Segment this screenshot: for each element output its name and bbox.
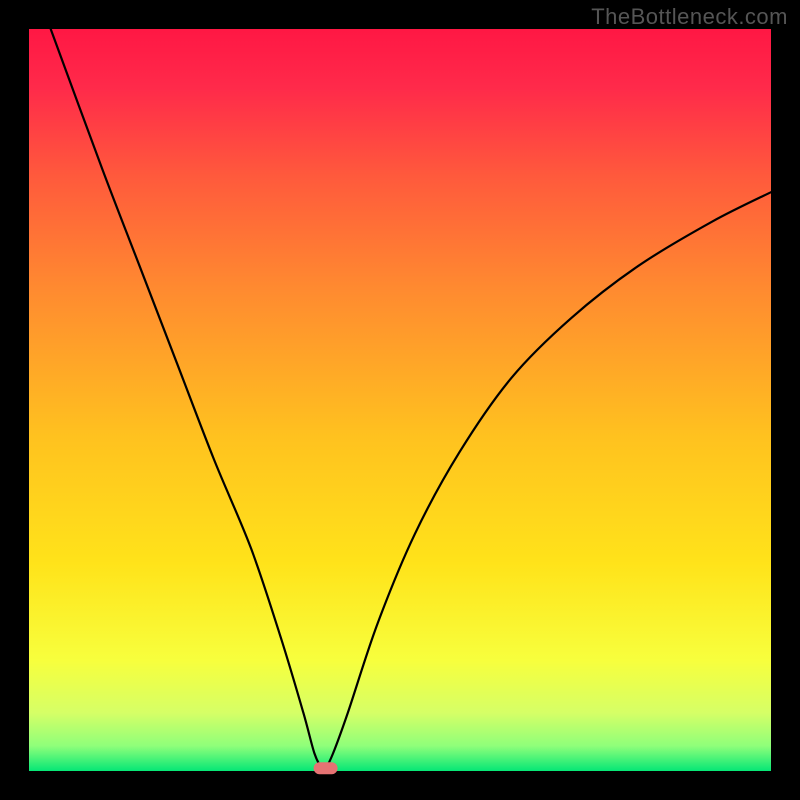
watermark-text: TheBottleneck.com <box>591 4 788 30</box>
bottleneck-chart <box>0 0 800 800</box>
chart-frame: TheBottleneck.com <box>0 0 800 800</box>
optimal-point-marker <box>314 762 338 774</box>
chart-background <box>28 28 772 772</box>
